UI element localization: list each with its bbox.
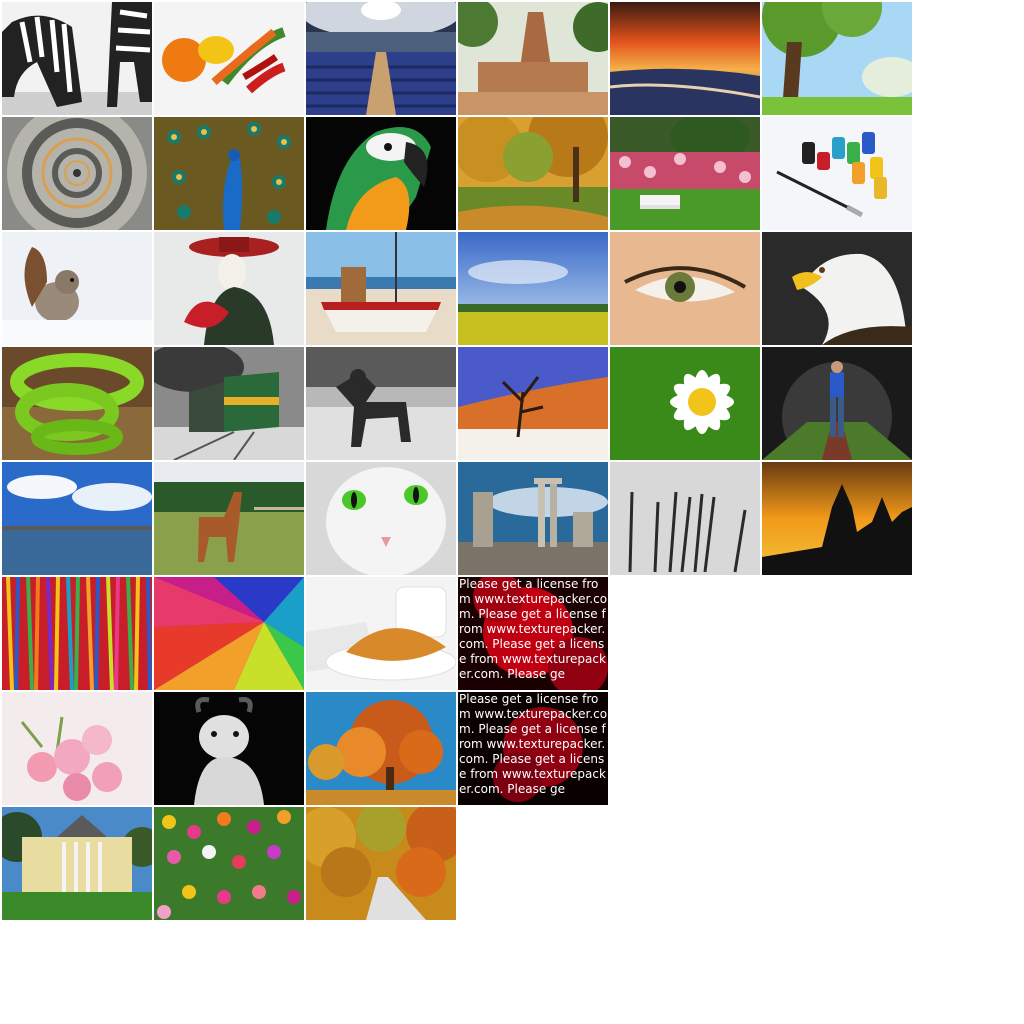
watermark-text: Please get a license from www.texturepac… (459, 692, 608, 796)
roses-photo (2, 692, 152, 805)
eagle-photo (762, 232, 912, 345)
autumn-tree-photo (306, 692, 456, 805)
paint-pots-photo (762, 117, 912, 230)
license-watermark-dark: Please get a license from www.texturepac… (458, 692, 608, 805)
autumn-road-photo (306, 807, 456, 920)
garden-bench-photo (610, 117, 760, 230)
color-wheel-photo (154, 577, 304, 690)
sunset-beach-photo (610, 2, 760, 115)
squirrel-photo (2, 232, 152, 345)
mansion-photo (2, 807, 152, 920)
croissant-photo (306, 577, 456, 690)
green-snake-photo (2, 347, 152, 460)
rapeseed-field-photo (458, 232, 608, 345)
license-watermark-red: Please get a license from www.texturepac… (458, 577, 608, 690)
paint-brushes-photo (610, 462, 760, 575)
zebra-photo (2, 2, 152, 115)
greek-ruins-photo (458, 462, 608, 575)
castle-silhouette-photo (762, 462, 912, 575)
autumn-park-photo (458, 117, 608, 230)
carnival-mask-photo (154, 232, 304, 345)
watermark-text: Please get a license from www.texturepac… (459, 577, 608, 681)
flower-field-photo (154, 807, 304, 920)
horse-photo (154, 462, 304, 575)
peppers-photo (154, 2, 304, 115)
temple-ruins-photo (458, 2, 608, 115)
tree-meadow-photo (762, 2, 912, 115)
colored-strings-photo (2, 577, 152, 690)
theater-photo (306, 2, 456, 115)
dog-photo (306, 347, 456, 460)
texture-atlas: Please get a license from www.texturepac… (0, 0, 1024, 1024)
parrot-photo (306, 117, 456, 230)
peacock-photo (154, 117, 304, 230)
train-photo (154, 347, 304, 460)
white-cat-photo (306, 462, 456, 575)
eye-photo (610, 232, 760, 345)
spiral-staircase-photo (2, 117, 152, 230)
boat-photo (306, 232, 456, 345)
desert-tree-photo (458, 347, 608, 460)
goat-photo (154, 692, 304, 805)
pier-sky-photo (2, 462, 152, 575)
daisy-photo (610, 347, 760, 460)
tunnel-hiker-photo (762, 347, 912, 460)
